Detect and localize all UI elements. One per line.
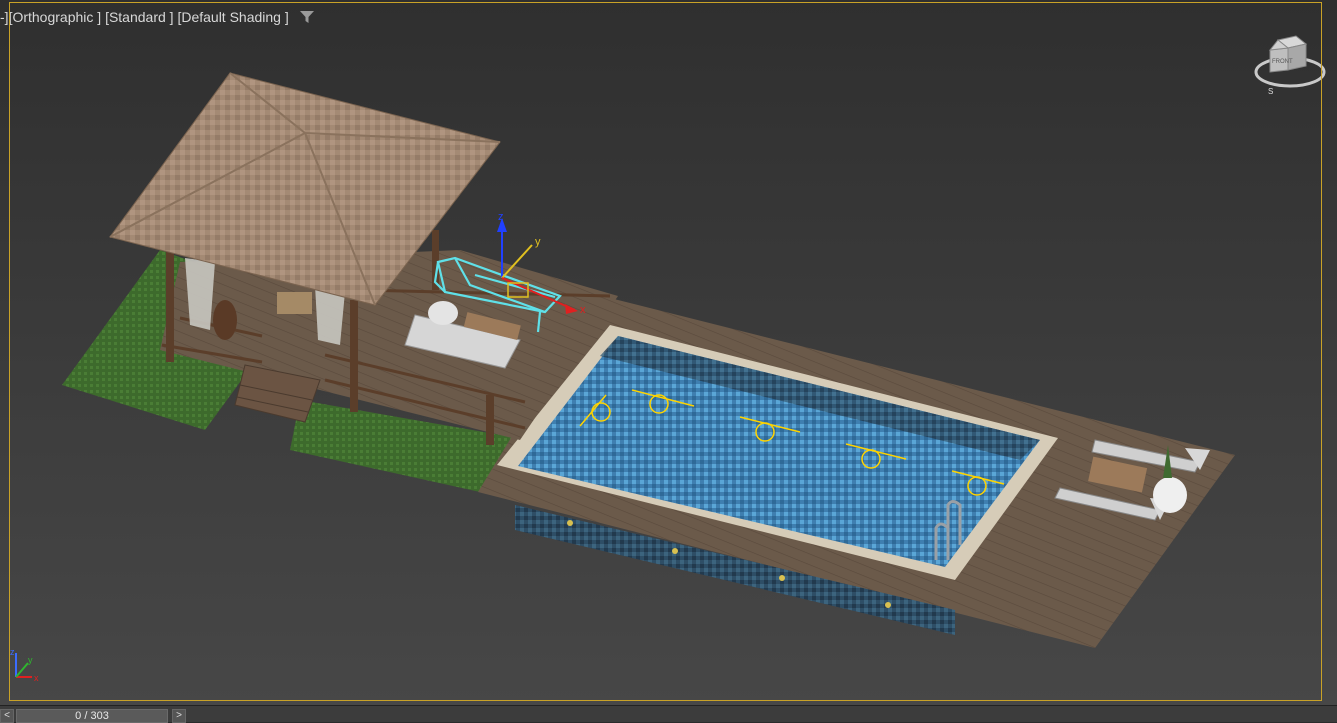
viewcube-compass-south: S xyxy=(1268,87,1273,96)
tripod-y-label: y xyxy=(28,655,33,665)
planter-pot xyxy=(213,300,237,340)
prev-frame-button[interactable]: < xyxy=(0,709,14,723)
perspective-viewport[interactable]: z y x -] [Orthographic ] [Standard ] [De… xyxy=(0,0,1337,705)
tripod-x-label: x xyxy=(34,673,39,683)
viewcube-front-label: FRONT xyxy=(1272,59,1293,65)
scene-render[interactable]: z y x xyxy=(0,0,1337,705)
viewport-menu-toggle[interactable]: -] xyxy=(0,9,9,25)
funnel-icon[interactable] xyxy=(299,10,315,24)
viewport-label: -] [Orthographic ] [Standard ] [Default … xyxy=(0,8,315,26)
gizmo-y-label: y xyxy=(535,236,541,248)
viewport-view-label[interactable]: [Orthographic ] xyxy=(9,9,102,25)
tripod-z-label: z xyxy=(10,647,15,657)
viewcube[interactable]: FRONT S xyxy=(1250,32,1330,102)
gizmo-x-label: x xyxy=(580,304,586,316)
viewport-shading-label[interactable]: [Default Shading ] xyxy=(177,9,288,25)
time-slider[interactable]: 0 / 303 xyxy=(16,709,168,723)
next-frame-button[interactable]: > xyxy=(172,709,186,723)
gizmo-z-label: z xyxy=(498,211,504,223)
time-slider-bar: < 0 / 303 > xyxy=(0,705,1337,723)
axis-tripod-icon: z y x xyxy=(10,647,39,683)
gazebo-table xyxy=(277,292,312,314)
viewport-mode-label[interactable]: [Standard ] xyxy=(105,9,174,25)
